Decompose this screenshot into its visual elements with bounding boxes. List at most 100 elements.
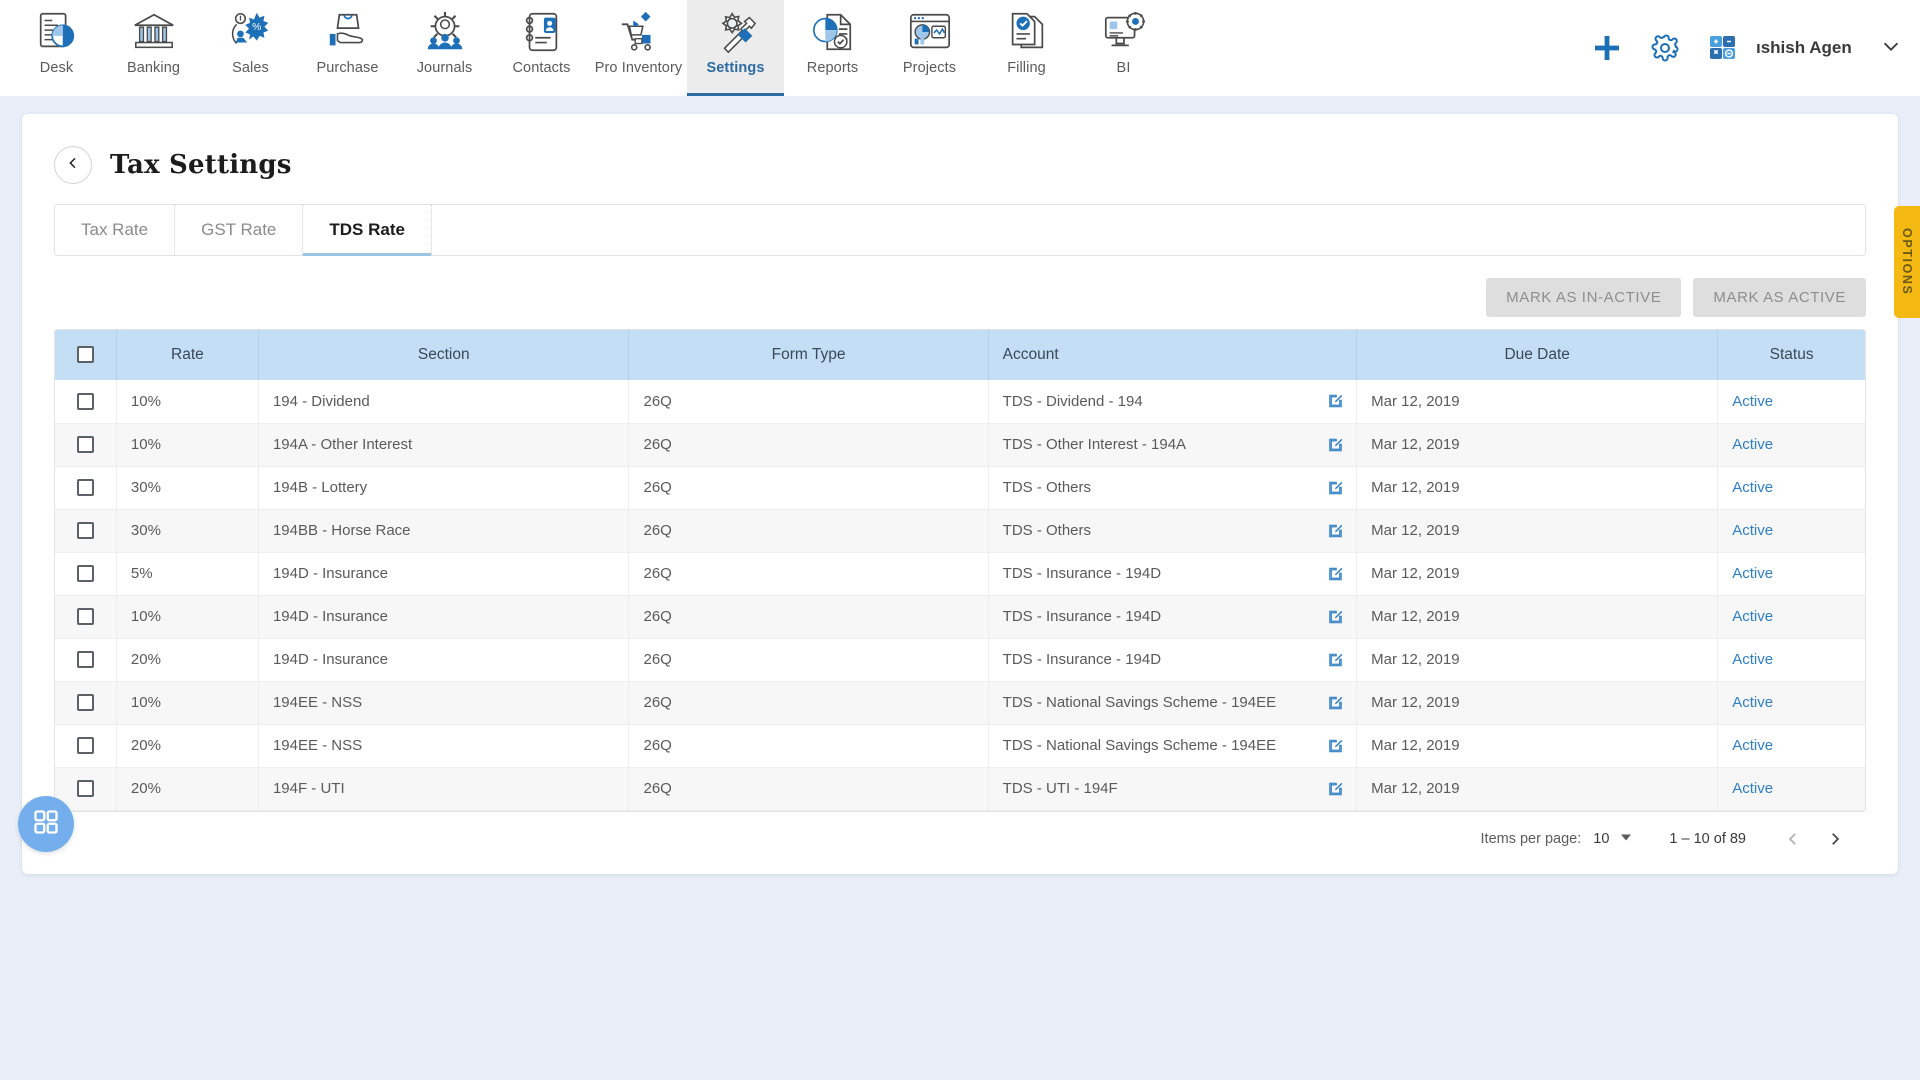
edit-pencil-icon[interactable]: [1327, 436, 1344, 453]
cell-status[interactable]: Active: [1717, 595, 1865, 639]
nav-item-reports[interactable]: Reports: [784, 0, 881, 96]
nav-item-projects[interactable]: Projects: [881, 0, 978, 96]
nav-item-bi[interactable]: BI: [1075, 0, 1172, 96]
select-all-checkbox[interactable]: [76, 346, 94, 364]
row-checkbox[interactable]: [76, 608, 94, 626]
cell-section: 194F - UTI: [258, 767, 630, 811]
plus-icon[interactable]: [1592, 33, 1622, 63]
table-row[interactable]: 10% 194 - Dividend 26Q TDS - Dividend - 194…: [55, 380, 1865, 424]
table-row[interactable]: 5% 194D - Insurance 26Q TDS - Insurance - 1…: [55, 552, 1865, 596]
row-checkbox[interactable]: [76, 780, 94, 798]
edit-pencil-icon[interactable]: [1327, 608, 1344, 625]
row-checkbox[interactable]: [76, 393, 94, 411]
back-button[interactable]: [54, 146, 92, 184]
edit-pencil-icon[interactable]: [1327, 651, 1344, 668]
nav-item-label: Filling: [1007, 60, 1046, 76]
row-checkbox[interactable]: [76, 522, 94, 540]
row-checkbox[interactable]: [76, 565, 94, 583]
row-select-cell: [55, 466, 117, 510]
table-row[interactable]: 10% 194D - Insurance 26Q TDS - Insurance - …: [55, 595, 1865, 639]
tab-gst-rate[interactable]: GST Rate: [175, 205, 304, 255]
nav-item-label: Projects: [902, 60, 957, 76]
nav-item-desk[interactable]: Desk: [8, 0, 105, 96]
cell-status[interactable]: Active: [1717, 509, 1865, 553]
column-header-status[interactable]: Status: [1717, 330, 1865, 380]
paginator: Items per page: 10 1 – 10 of 89: [42, 830, 1856, 848]
apps-floating-button[interactable]: [18, 796, 74, 852]
cell-status[interactable]: Active: [1717, 552, 1865, 596]
nav-item-filling[interactable]: Filling: [978, 0, 1075, 96]
column-header-due-date[interactable]: Due Date: [1356, 330, 1719, 380]
cell-status[interactable]: Active: [1717, 681, 1865, 725]
nav-item-settings[interactable]: Settings: [687, 0, 784, 96]
edit-pencil-icon[interactable]: [1327, 565, 1344, 582]
row-select-cell: [55, 380, 117, 424]
items-per-page-label: Items per page:: [1480, 830, 1582, 847]
row-checkbox[interactable]: [76, 436, 94, 454]
table-row[interactable]: 30% 194B - Lottery 26Q TDS - Others Mar 12, …: [55, 466, 1865, 510]
cell-rate: 20%: [116, 767, 259, 811]
table-row[interactable]: 30% 194BB - Horse Race 26Q TDS - Others Mar …: [55, 509, 1865, 553]
nav-item-purchase[interactable]: Purchase: [299, 0, 396, 96]
nav-item-journals[interactable]: Journals: [396, 0, 493, 96]
edit-pencil-icon[interactable]: [1327, 737, 1344, 754]
nav-item-label: Pro Inventory: [594, 60, 683, 76]
cell-account: TDS - Other Interest - 194A: [1002, 436, 1187, 453]
cell-form-type: 26Q: [628, 638, 989, 682]
cell-status[interactable]: Active: [1717, 638, 1865, 682]
row-checkbox[interactable]: [76, 479, 94, 497]
table-row[interactable]: 10% 194EE - NSS 26Q TDS - National Savings …: [55, 681, 1865, 725]
caret-down-icon[interactable]: [1619, 830, 1633, 848]
options-side-tab[interactable]: OPTIONS: [1894, 206, 1920, 318]
nav-item-pro-inventory[interactable]: Pro Inventory: [590, 0, 687, 96]
inventory-icon: [616, 9, 662, 55]
previous-page-button[interactable]: [1772, 830, 1814, 848]
edit-pencil-icon[interactable]: [1327, 479, 1344, 496]
tab-tds-rate[interactable]: TDS Rate: [303, 205, 432, 256]
tds-rate-table-container: Rate Section Form Type Account Due Date …: [54, 329, 1866, 812]
calculator-icon[interactable]: [1708, 33, 1738, 63]
cell-account-wrapper: TDS - Other Interest - 194A: [988, 423, 1358, 467]
edit-pencil-icon[interactable]: [1327, 522, 1344, 539]
edit-pencil-icon[interactable]: [1327, 694, 1344, 711]
row-checkbox[interactable]: [76, 651, 94, 669]
cell-rate: 10%: [116, 595, 259, 639]
gear-icon[interactable]: [1650, 33, 1680, 63]
row-checkbox[interactable]: [76, 694, 94, 712]
tab-label: Tax Rate: [81, 220, 149, 239]
cell-rate: 30%: [116, 509, 259, 553]
nav-item-contacts[interactable]: Contacts: [493, 0, 590, 96]
cell-status[interactable]: Active: [1717, 423, 1865, 467]
table-row[interactable]: 20% 194F - UTI 26Q TDS - UTI - 194F Mar 12, …: [55, 767, 1865, 811]
purchase-icon: [325, 9, 371, 55]
cell-section: 194 - Dividend: [258, 380, 630, 424]
cell-form-type: 26Q: [628, 423, 989, 467]
tab-tax-rate[interactable]: Tax Rate: [55, 205, 176, 255]
column-header-form-type[interactable]: Form Type: [628, 330, 989, 380]
chevron-down-icon[interactable]: [1880, 35, 1902, 62]
table-row[interactable]: 20% 194D - Insurance 26Q TDS - Insurance - …: [55, 638, 1865, 682]
table-row[interactable]: 10% 194A - Other Interest 26Q TDS - Other I…: [55, 423, 1865, 467]
nav-item-sales[interactable]: % Sales: [202, 0, 299, 96]
cell-status[interactable]: Active: [1717, 724, 1865, 768]
column-header-section[interactable]: Section: [258, 330, 630, 380]
cell-status[interactable]: Active: [1717, 767, 1865, 811]
column-header-rate[interactable]: Rate: [116, 330, 259, 380]
cell-account: TDS - Dividend - 194: [1002, 392, 1143, 410]
nav-item-banking[interactable]: Banking: [105, 0, 202, 96]
column-header-account[interactable]: Account: [988, 330, 1358, 380]
table-row[interactable]: 20% 194EE - NSS 26Q TDS - National Savings …: [55, 724, 1865, 768]
edit-pencil-icon[interactable]: [1327, 393, 1344, 410]
cell-status[interactable]: Active: [1717, 380, 1865, 424]
mark-as-inactive-button[interactable]: MARK AS IN-ACTIVE: [1486, 278, 1682, 317]
tab-label: GST Rate: [201, 220, 277, 239]
next-page-button[interactable]: [1814, 830, 1856, 848]
row-checkbox[interactable]: [76, 737, 94, 755]
mark-as-active-button[interactable]: MARK AS ACTIVE: [1693, 278, 1866, 317]
items-per-page-value[interactable]: 10: [1593, 831, 1609, 847]
edit-pencil-icon[interactable]: [1327, 780, 1344, 797]
cell-status[interactable]: Active: [1717, 466, 1865, 510]
cell-account-wrapper: TDS - UTI - 194F: [988, 767, 1358, 811]
cell-due-date: Mar 12, 2019: [1356, 638, 1719, 682]
cell-section: 194D - Insurance: [258, 552, 630, 596]
